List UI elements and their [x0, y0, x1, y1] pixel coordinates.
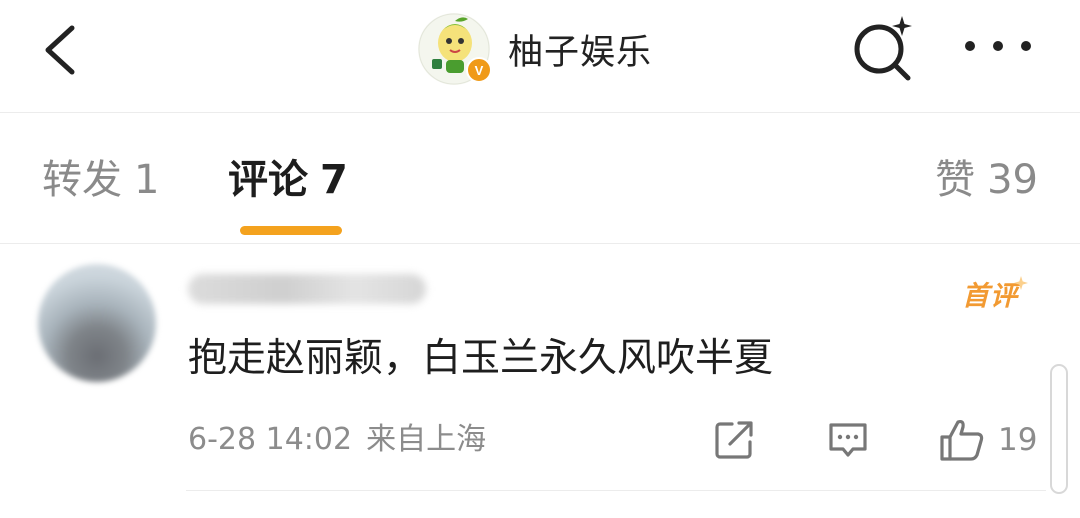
tab-comment[interactable]: 评论 7: [228, 153, 348, 207]
tab-like-label: 赞: [935, 157, 976, 203]
comment-item: 首评 抱走赵丽颖，白玉兰永久风吹半夏 6-28 14:02 来自上海 19: [0, 244, 1080, 518]
comment-divider: [186, 490, 1046, 491]
tab-bar: 转发 1 评论 7 赞 39: [0, 113, 1080, 244]
account-name[interactable]: 柚子娱乐: [508, 24, 652, 75]
verified-badge: V: [466, 57, 492, 83]
search-button[interactable]: [846, 12, 918, 84]
comment-meta: 6-28 14:02 来自上海: [188, 420, 486, 460]
account-avatar[interactable]: V: [418, 13, 492, 85]
share-button[interactable]: [712, 418, 756, 462]
more-button[interactable]: [962, 26, 1034, 66]
tab-repost-count: 1: [134, 157, 160, 203]
back-button[interactable]: [38, 22, 86, 78]
tab-comment-count: 7: [320, 157, 348, 203]
share-icon: [715, 421, 753, 459]
tab-like-count: 39: [987, 157, 1038, 203]
top-nav-bar: V 柚子娱乐: [0, 0, 1080, 113]
like-button[interactable]: 19: [938, 418, 1037, 462]
back-chevron-icon: [45, 25, 75, 75]
tab-comment-label: 评论: [228, 157, 308, 203]
account-header[interactable]: V 柚子娱乐: [418, 12, 652, 86]
more-dots-icon: [965, 41, 1031, 51]
commenter-avatar[interactable]: [38, 264, 156, 382]
reply-button[interactable]: [826, 418, 870, 462]
like-count: 19: [998, 422, 1038, 458]
comment-text[interactable]: 抱走赵丽颖，白玉兰永久风吹半夏: [188, 332, 773, 386]
thumbs-up-icon: [940, 419, 984, 461]
search-sparkle-icon: [854, 16, 912, 81]
tab-like[interactable]: 赞 39: [935, 153, 1038, 207]
tab-repost-label: 转发: [42, 157, 122, 203]
comment-icon: [829, 423, 867, 457]
tab-repost[interactable]: 转发 1: [42, 153, 159, 207]
comment-location: 来自上海: [366, 422, 487, 457]
first-comment-badge: 首评: [962, 274, 1018, 313]
commenter-name-blurred[interactable]: [188, 274, 426, 304]
comment-time: 6-28 14:02: [188, 422, 353, 457]
active-tab-indicator: [240, 226, 342, 235]
scrollbar[interactable]: [1050, 364, 1068, 494]
